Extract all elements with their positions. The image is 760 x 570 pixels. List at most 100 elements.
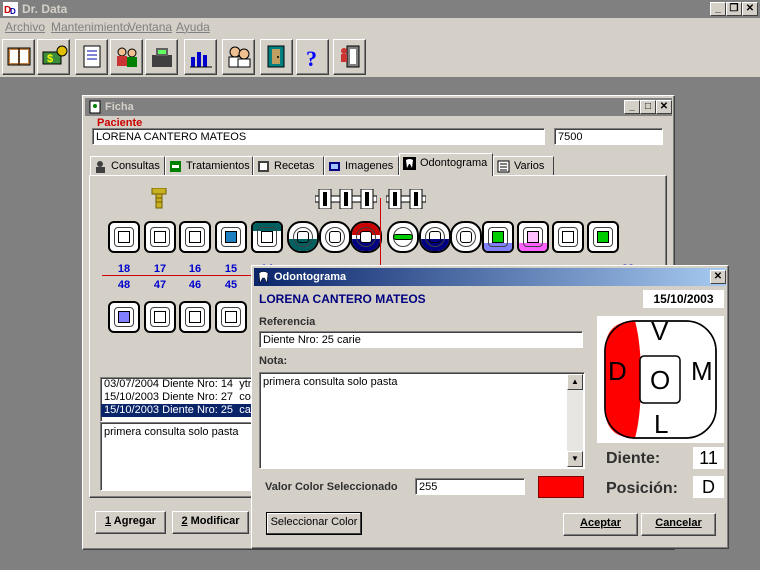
tooth-24[interactable]	[482, 221, 514, 253]
cancel-button[interactable]: Cancelar	[641, 513, 716, 536]
tooth-45[interactable]	[215, 301, 247, 333]
app-title-bar[interactable]: D D Dr. Data _ ❐ ✕	[0, 0, 760, 18]
svg-text:?: ?	[306, 46, 317, 71]
doctors-icon	[228, 46, 251, 68]
posicion-label: Posición:	[606, 480, 679, 497]
scroll-down-arrow-icon[interactable]: ▼	[567, 451, 583, 467]
tab-recetas-label: Recetas	[274, 160, 315, 172]
exit-icon	[341, 45, 360, 68]
tooth-23[interactable]	[450, 221, 482, 253]
history-list[interactable]: 03/07/2004 Diente Nro: 14 ytr 15/10/2003…	[100, 377, 252, 422]
close-button[interactable]: ✕	[742, 2, 758, 16]
face-letter-lingual[interactable]: L	[654, 409, 668, 440]
ficha-close-button[interactable]: ✕	[656, 100, 672, 114]
toolbar-help-button[interactable]: ?	[296, 39, 329, 75]
tooth-26[interactable]	[552, 221, 584, 253]
tab-imagenes-label: Imagenes	[345, 160, 394, 172]
restore-button[interactable]: ❐	[726, 2, 742, 16]
tooth-47[interactable]	[144, 301, 176, 333]
tooth-14[interactable]	[251, 221, 283, 253]
implant-icon	[151, 188, 167, 209]
tooth-11[interactable]	[350, 221, 382, 253]
toolbar-doctors-button[interactable]	[222, 39, 255, 75]
select-color-button[interactable]: Seleccionar Color	[266, 512, 362, 535]
toolbar-chart-button[interactable]	[184, 39, 217, 75]
tab-odontograma[interactable]: Odontograma	[399, 153, 493, 176]
svg-text:$: $	[47, 53, 53, 65]
toolbar-exit-button[interactable]	[333, 39, 366, 75]
tab-recetas[interactable]: Recetas	[253, 156, 324, 176]
dialog-tooth-icon	[258, 271, 269, 284]
patient-code-field[interactable]: 7500	[554, 128, 663, 145]
history-row-2[interactable]: 15/10/2003 Diente Nro: 27 co	[101, 391, 251, 404]
ficha-window-icon	[89, 100, 101, 114]
toolbar-cash-button[interactable]	[145, 39, 178, 75]
ficha-title: Ficha	[105, 101, 134, 113]
nota-textarea[interactable]: primera consulta solo pasta ▲ ▼	[259, 372, 585, 469]
patient-name-field[interactable]: LORENA CANTERO MATEOS	[92, 128, 545, 145]
dialog-close-button[interactable]: ✕	[710, 270, 726, 284]
tooth-21[interactable]	[387, 221, 419, 253]
tooth-48[interactable]	[108, 301, 140, 333]
ficha-minimize-button[interactable]: _	[624, 100, 640, 114]
cash-register-icon	[152, 48, 172, 67]
menu-ayuda[interactable]: Ayuda	[176, 20, 210, 34]
face-letter-mesial[interactable]: M	[691, 356, 713, 387]
money-icon: $	[42, 45, 68, 65]
menu-mantenimiento[interactable]: Mantenimiento	[51, 20, 130, 34]
toolbar-people-button[interactable]	[110, 39, 143, 75]
referencia-field[interactable]: Diente Nro: 25 carie	[259, 331, 583, 348]
menu-ventana[interactable]: Ventana	[128, 20, 172, 34]
scroll-up-arrow-icon[interactable]: ▲	[567, 374, 583, 390]
tooth-17[interactable]	[144, 221, 176, 253]
tooth-16[interactable]	[179, 221, 211, 253]
tooth-number-18: 18	[117, 263, 131, 275]
notes-icon	[497, 160, 510, 173]
treatment-icon	[170, 161, 181, 172]
nota-scrollbar[interactable]: ▲ ▼	[567, 374, 583, 467]
color-value-field[interactable]: 255	[415, 478, 525, 495]
history-row-3-selected[interactable]: 15/10/2003 Diente Nro: 25 ca	[101, 404, 251, 417]
history-note-text: primera consulta solo pasta	[104, 426, 239, 438]
bridge-left-icon	[315, 189, 377, 209]
menu-archivo[interactable]: Archivo	[5, 20, 45, 34]
odontograma-dialog: Odontograma ✕ LORENA CANTERO MATEOS 15/1…	[251, 265, 729, 549]
color-label: Valor Color Seleccionado	[265, 481, 398, 493]
tooth-22[interactable]	[419, 221, 451, 253]
tooth-icon	[403, 157, 416, 170]
tooth-15[interactable]	[215, 221, 247, 253]
toolbar-money-button[interactable]: $	[37, 39, 70, 75]
tooth-27[interactable]	[587, 221, 619, 253]
tooth-number-15: 15	[224, 263, 238, 275]
document-icon	[83, 45, 101, 68]
dialog-title-bar[interactable]: Odontograma ✕	[254, 268, 726, 286]
tab-imagenes[interactable]: Imagenes	[324, 156, 399, 176]
tooth-12[interactable]	[319, 221, 351, 253]
face-letter-oclusal[interactable]: O	[650, 365, 670, 396]
accept-button[interactable]: Aceptar	[563, 513, 638, 536]
ficha-title-bar[interactable]: Ficha _ □ ✕	[85, 98, 672, 116]
face-letter-distal[interactable]: D	[608, 356, 627, 387]
tooth-18[interactable]	[108, 221, 140, 253]
history-row-1[interactable]: 03/07/2004 Diente Nro: 14 ytr	[101, 378, 251, 391]
ficha-maximize-button[interactable]: □	[640, 100, 656, 114]
tooth-13[interactable]	[287, 221, 319, 253]
posicion-value: D	[693, 476, 724, 498]
tab-varios[interactable]: Varios	[493, 156, 554, 176]
minimize-button[interactable]: _	[710, 2, 726, 16]
tooth-25[interactable]	[517, 221, 549, 253]
modify-button[interactable]: 2 Modificar	[172, 511, 249, 534]
dialog-title: Odontograma	[274, 271, 347, 283]
add-button[interactable]: 1 Agregar	[95, 511, 166, 534]
tab-tratamientos[interactable]: Tratamientos	[165, 156, 253, 176]
bridge-right-icon	[386, 189, 426, 209]
face-letter-vestibular[interactable]: V	[651, 316, 668, 347]
diente-label: Diente:	[606, 450, 661, 467]
toolbar-document-button[interactable]	[75, 39, 108, 75]
history-note-box[interactable]: primera consulta solo pasta	[100, 422, 252, 491]
tab-odontograma-label: Odontograma	[420, 157, 488, 169]
toolbar-door-button[interactable]	[260, 39, 293, 75]
tab-consultas[interactable]: Consultas	[90, 156, 165, 176]
toolbar-book-button[interactable]	[2, 39, 35, 75]
tooth-46[interactable]	[179, 301, 211, 333]
